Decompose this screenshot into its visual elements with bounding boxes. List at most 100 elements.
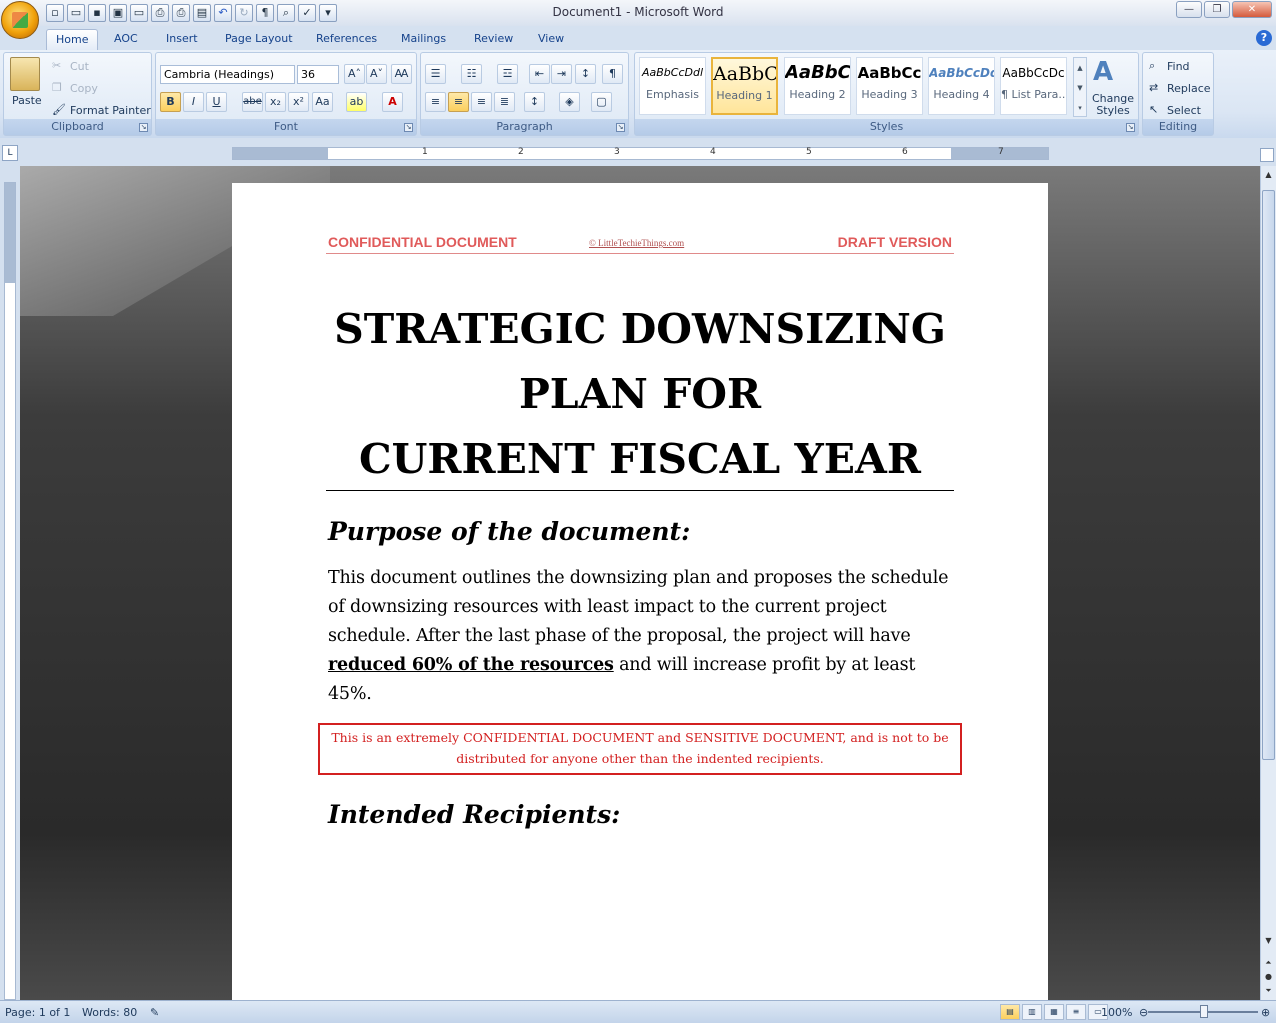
format-painter-button[interactable]: Format Painter: [70, 104, 151, 117]
full-screen-reading-icon[interactable]: ▥: [1022, 1004, 1042, 1020]
folder-icon[interactable]: ▭: [130, 4, 148, 22]
tab-page-layout[interactable]: Page Layout: [216, 29, 302, 50]
minimize-button[interactable]: —: [1176, 1, 1202, 18]
format-painter-icon[interactable]: 🖌: [52, 103, 66, 116]
style-heading-3[interactable]: AaBbCc Heading 3: [856, 57, 923, 115]
sort-icon[interactable]: ↕: [575, 64, 596, 84]
select-button[interactable]: Select: [1167, 104, 1201, 117]
tab-review[interactable]: Review: [465, 29, 522, 50]
save-icon[interactable]: ▪: [88, 4, 106, 22]
replace-button[interactable]: Replace: [1167, 82, 1211, 95]
page-count[interactable]: Page: 1 of 1: [5, 1006, 70, 1019]
find-button[interactable]: Find: [1167, 60, 1190, 73]
align-left-icon[interactable]: ≡: [425, 92, 446, 112]
cut-icon[interactable]: ✂: [52, 59, 61, 72]
zoom-icon[interactable]: ⌕: [277, 4, 295, 22]
paste-button[interactable]: Paste: [12, 94, 42, 107]
shading-icon[interactable]: ◈: [559, 92, 580, 112]
office-button[interactable]: [1, 1, 39, 39]
undo-icon[interactable]: ↶: [214, 4, 232, 22]
browse-object-icon[interactable]: ●: [1262, 970, 1275, 984]
style-heading-1[interactable]: AaBbC Heading 1: [711, 57, 778, 115]
justify-icon[interactable]: ≣: [494, 92, 515, 112]
subscript-button[interactable]: x₂: [265, 92, 286, 112]
align-center-icon[interactable]: ≡: [448, 92, 469, 112]
quick-print-icon[interactable]: ▤: [193, 4, 211, 22]
show-marks-icon[interactable]: ¶: [602, 64, 623, 84]
cut-button[interactable]: Cut: [70, 60, 89, 73]
tab-home[interactable]: Home: [46, 29, 99, 50]
tab-mailings[interactable]: Mailings: [392, 29, 455, 50]
bullets-icon[interactable]: ☰: [425, 64, 446, 84]
paste-icon[interactable]: [10, 57, 40, 91]
clipboard-launcher-icon[interactable]: ↘: [139, 123, 148, 132]
word-count[interactable]: Words: 80: [82, 1006, 137, 1019]
font-size-select[interactable]: 36: [297, 65, 339, 84]
underline-button[interactable]: U: [206, 92, 227, 112]
view-ruler-icon[interactable]: [1260, 148, 1274, 162]
font-launcher-icon[interactable]: ↘: [404, 123, 413, 132]
redo-icon[interactable]: ↻: [235, 4, 253, 22]
clear-format-icon[interactable]: Ꜳ: [391, 64, 412, 84]
bold-button[interactable]: B: [160, 92, 181, 112]
pilcrow-icon[interactable]: ¶: [256, 4, 274, 22]
strikethrough-button[interactable]: abe: [242, 92, 263, 112]
grow-font-button[interactable]: A˄: [344, 64, 365, 84]
customize-qat-icon[interactable]: ▾: [319, 4, 337, 22]
copy-icon[interactable]: ❐: [52, 81, 62, 94]
next-page-icon[interactable]: ⏷: [1262, 984, 1275, 998]
help-icon[interactable]: ?: [1256, 30, 1272, 46]
tab-references[interactable]: References: [307, 29, 386, 50]
line-spacing-icon[interactable]: ↕: [524, 92, 545, 112]
copy-button[interactable]: Copy: [70, 82, 98, 95]
change-case-button[interactable]: Aa: [312, 92, 333, 112]
tab-aoc[interactable]: AOC: [105, 29, 147, 50]
style-heading-2[interactable]: AaBbC Heading 2: [784, 57, 851, 115]
font-name-select[interactable]: Cambria (Headings): [160, 65, 295, 84]
italic-button[interactable]: I: [183, 92, 204, 112]
prev-page-icon[interactable]: ⏶: [1262, 956, 1275, 970]
change-styles-button[interactable]: Change Styles: [1091, 93, 1135, 117]
font-color-icon[interactable]: A: [382, 92, 403, 112]
borders-icon[interactable]: ▢: [591, 92, 612, 112]
select-icon[interactable]: ↖: [1149, 103, 1158, 116]
align-right-icon[interactable]: ≡: [471, 92, 492, 112]
multilevel-list-icon[interactable]: ☲: [497, 64, 518, 84]
close-button[interactable]: ✕: [1232, 1, 1272, 18]
web-layout-icon[interactable]: ▦: [1044, 1004, 1064, 1020]
numbering-icon[interactable]: ☷: [461, 64, 482, 84]
zoom-out-icon[interactable]: ⊖: [1139, 1006, 1148, 1019]
scroll-up-icon[interactable]: ▲: [1262, 168, 1275, 182]
increase-indent-icon[interactable]: ⇥: [551, 64, 572, 84]
tab-insert[interactable]: Insert: [157, 29, 207, 50]
decrease-indent-icon[interactable]: ⇤: [529, 64, 550, 84]
document-page[interactable]: CONFIDENTIAL DOCUMENT © LittleTechieThin…: [232, 183, 1048, 1003]
superscript-button[interactable]: x²: [288, 92, 309, 112]
style-heading-4[interactable]: AaBbCcDd Heading 4: [928, 57, 995, 115]
find-icon[interactable]: ⌕: [1149, 59, 1155, 73]
styles-launcher-icon[interactable]: ↘: [1126, 123, 1135, 132]
print-preview-icon[interactable]: ⎙: [172, 4, 190, 22]
paragraph-launcher-icon[interactable]: ↘: [616, 123, 625, 132]
scroll-down-icon[interactable]: ▼: [1262, 934, 1275, 948]
zoom-level[interactable]: 100%: [1101, 1006, 1132, 1019]
outline-icon[interactable]: ≡: [1066, 1004, 1086, 1020]
replace-icon[interactable]: ⇄: [1149, 81, 1158, 94]
new-icon[interactable]: ▫: [46, 4, 64, 22]
zoom-slider-thumb[interactable]: [1200, 1005, 1208, 1018]
highlight-icon[interactable]: ab: [346, 92, 367, 112]
maximize-button[interactable]: ❐: [1204, 1, 1230, 18]
shrink-font-button[interactable]: A˅: [366, 64, 387, 84]
zoom-in-icon[interactable]: ⊕: [1261, 1006, 1270, 1019]
vertical-scrollbar[interactable]: ▲ ▼ ⏶ ● ⏷: [1260, 166, 1276, 1000]
style-list-paragraph[interactable]: AaBbCcDc ¶ List Para...: [1000, 57, 1067, 115]
scroll-thumb[interactable]: [1262, 190, 1275, 760]
print-layout-icon[interactable]: ▤: [1000, 1004, 1020, 1020]
change-styles-icon[interactable]: A: [1093, 57, 1113, 87]
saveas-icon[interactable]: ▣: [109, 4, 127, 22]
print-icon[interactable]: ⎙: [151, 4, 169, 22]
header-copyright-link[interactable]: © LittleTechieThings.com: [589, 238, 684, 248]
style-emphasis[interactable]: AaBbCcDdl Emphasis: [639, 57, 706, 115]
tab-view[interactable]: View: [529, 29, 573, 50]
styles-scroll-icon[interactable]: ▲ ▼ ▾: [1073, 57, 1087, 117]
